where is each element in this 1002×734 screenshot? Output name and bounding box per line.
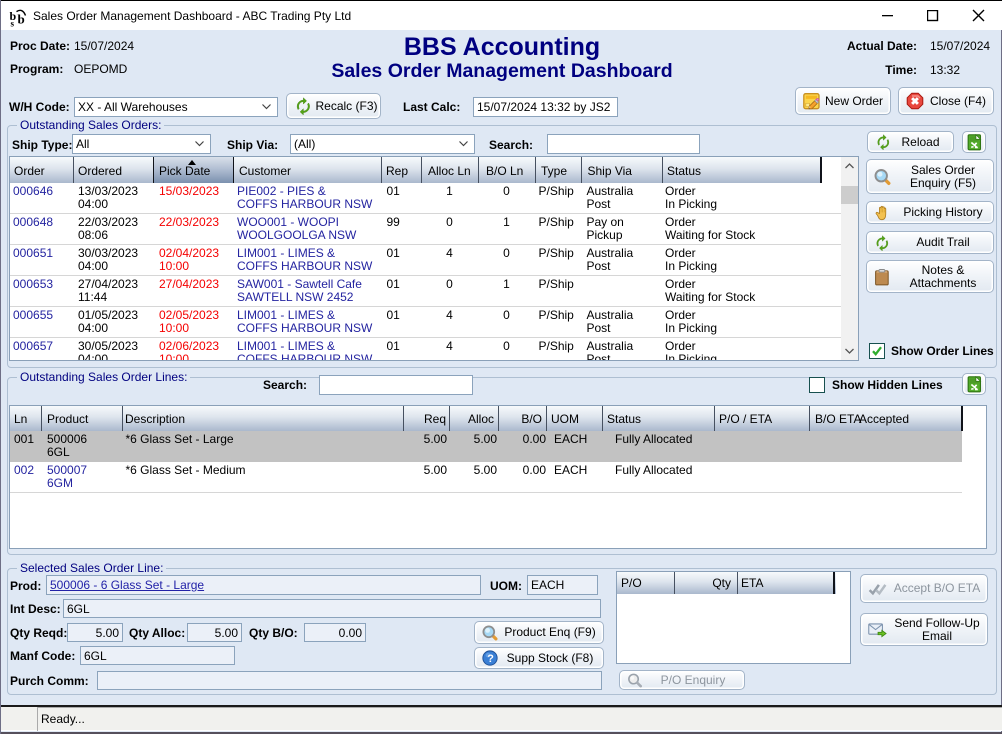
- svg-text:s: s: [11, 19, 15, 29]
- svg-text:b: b: [18, 12, 25, 27]
